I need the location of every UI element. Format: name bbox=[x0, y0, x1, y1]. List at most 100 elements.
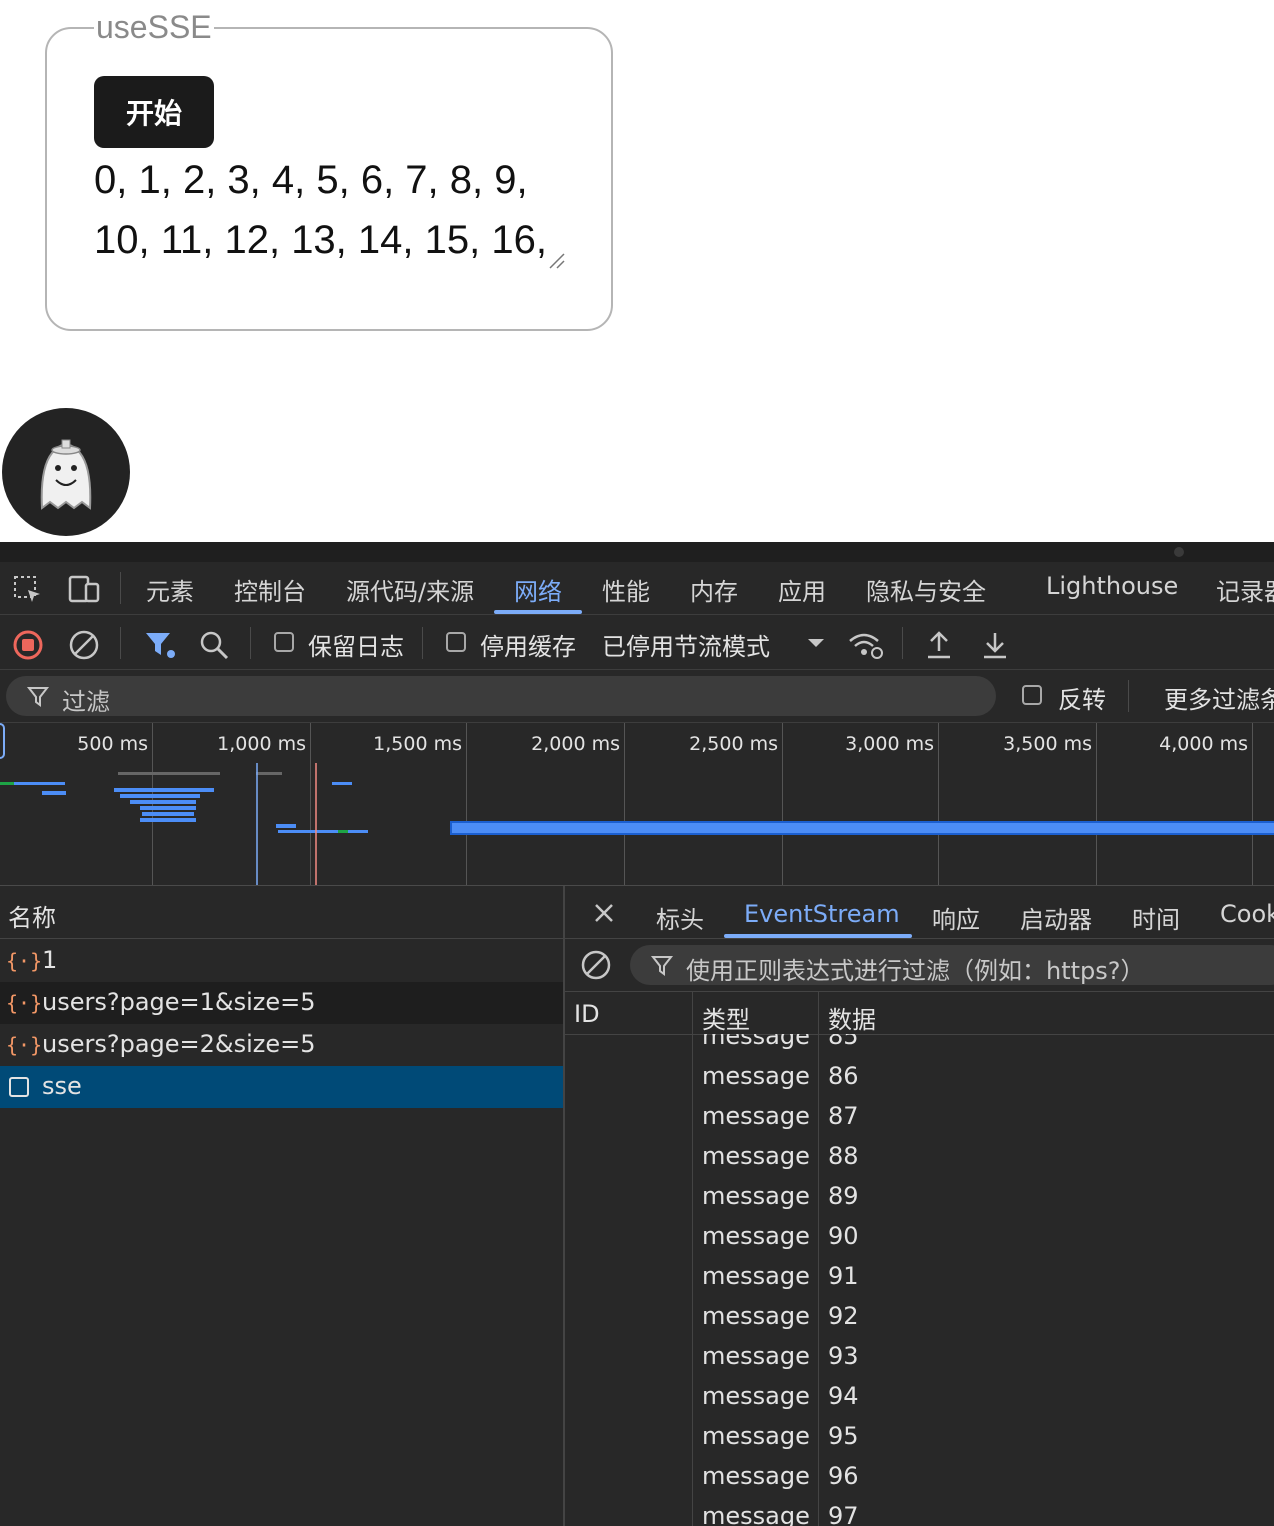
name-column-header[interactable]: 名称 bbox=[0, 886, 563, 939]
tab-eventstream[interactable]: EventStream bbox=[744, 900, 900, 928]
eventstream-table: ID 类型 数据 message 85 message 86 message 87 mess… bbox=[565, 992, 1274, 1526]
event-type: message bbox=[702, 1182, 810, 1210]
preserve-log-label: 保留日志 bbox=[308, 633, 404, 661]
eventstream-filter-row: 使用正则表达式进行过滤（例如：https?） bbox=[565, 939, 1274, 992]
start-button[interactable]: 开始 bbox=[94, 76, 214, 148]
event-type: message bbox=[702, 1034, 810, 1050]
ghost-avatar[interactable] bbox=[2, 408, 130, 536]
fieldset-legend: useSSE bbox=[94, 8, 214, 46]
event-type: message bbox=[702, 1382, 810, 1410]
tab-elements[interactable]: 元素 bbox=[146, 572, 194, 607]
tab-recorder[interactable]: 记录器 bbox=[1216, 572, 1274, 607]
event-type: message bbox=[702, 1302, 810, 1330]
resize-handle-icon[interactable] bbox=[548, 252, 566, 270]
request-row[interactable]: {·} 1 bbox=[0, 940, 563, 982]
event-type: message bbox=[702, 1422, 810, 1450]
throttling-select[interactable]: 已停用节流模式 bbox=[602, 627, 770, 662]
filter-placeholder: 过滤 bbox=[62, 688, 110, 716]
disable-cache-checkbox[interactable] bbox=[446, 632, 466, 652]
event-row[interactable]: message 90 bbox=[565, 1216, 1274, 1256]
event-row[interactable]: message 86 bbox=[565, 1056, 1274, 1096]
request-row[interactable]: {·} users?page=2&size=5 bbox=[0, 1024, 563, 1066]
fetch-icon: {·} bbox=[6, 949, 43, 973]
clear-icon[interactable] bbox=[68, 629, 100, 661]
tab-application[interactable]: 应用 bbox=[778, 572, 826, 607]
event-data: 96 bbox=[828, 1462, 859, 1490]
export-har-icon[interactable] bbox=[980, 629, 1010, 661]
tab-headers[interactable]: 标头 bbox=[656, 900, 704, 935]
event-row[interactable]: message 95 bbox=[565, 1416, 1274, 1456]
event-row[interactable]: message 89 bbox=[565, 1176, 1274, 1216]
column-header-data[interactable]: 数据 bbox=[828, 1000, 876, 1035]
devtools-panel: 元素 控制台 源代码/来源 网络 性能 内存 应用 隐私与安全 Lighthou… bbox=[0, 542, 1274, 1526]
filter-input[interactable]: 过滤 bbox=[6, 676, 996, 716]
clear-icon[interactable] bbox=[580, 949, 612, 981]
event-data: 90 bbox=[828, 1222, 859, 1250]
filter-icon[interactable] bbox=[144, 629, 178, 661]
event-data: 92 bbox=[828, 1302, 859, 1330]
active-detail-tab-indicator bbox=[724, 934, 912, 938]
column-header-type[interactable]: 类型 bbox=[702, 1000, 750, 1035]
more-filters-button[interactable]: 更多过滤条件 bbox=[1164, 680, 1274, 715]
event-data: 85 bbox=[828, 1034, 859, 1050]
event-row[interactable]: message 88 bbox=[565, 1136, 1274, 1176]
event-row[interactable]: message 94 bbox=[565, 1376, 1274, 1416]
eventstream-filter-input[interactable]: 使用正则表达式进行过滤（例如：https?） bbox=[630, 945, 1274, 985]
event-type: message bbox=[702, 1342, 810, 1370]
network-conditions-icon[interactable] bbox=[846, 629, 886, 661]
tab-initiator[interactable]: 启动器 bbox=[1020, 900, 1092, 935]
tab-sources[interactable]: 源代码/来源 bbox=[346, 572, 474, 607]
eventstream-filter-placeholder: 使用正则表达式进行过滤（例如：https?） bbox=[686, 957, 1145, 985]
event-row[interactable]: message 85 bbox=[565, 1034, 1274, 1056]
import-har-icon[interactable] bbox=[924, 629, 954, 661]
ghost-icon bbox=[40, 439, 92, 510]
tab-lighthouse[interactable]: Lighthouse bbox=[1046, 572, 1178, 600]
event-data: 93 bbox=[828, 1342, 859, 1370]
event-data: 94 bbox=[828, 1382, 859, 1410]
record-stop-icon[interactable] bbox=[12, 629, 44, 661]
event-row[interactable]: message 92 bbox=[565, 1296, 1274, 1336]
active-tab-indicator bbox=[494, 610, 582, 614]
request-row[interactable]: {·} users?page=1&size=5 bbox=[0, 982, 563, 1024]
event-data: 89 bbox=[828, 1182, 859, 1210]
event-data: 95 bbox=[828, 1422, 859, 1450]
search-icon[interactable] bbox=[198, 629, 230, 661]
fetch-icon: {·} bbox=[6, 991, 43, 1015]
tab-memory[interactable]: 内存 bbox=[690, 572, 738, 607]
sse-output-textarea[interactable]: 0, 1, 2, 3, 4, 5, 6, 7, 8, 9, 10, 11, 12… bbox=[94, 150, 564, 270]
device-toolbar-icon[interactable] bbox=[66, 574, 102, 606]
event-type: message bbox=[702, 1262, 810, 1290]
eventstream-rows: message 85 message 86 message 87 message 88 mess… bbox=[565, 1034, 1274, 1526]
close-icon[interactable] bbox=[593, 902, 615, 924]
funnel-icon bbox=[650, 956, 674, 976]
event-row[interactable]: message 87 bbox=[565, 1096, 1274, 1136]
tab-performance[interactable]: 性能 bbox=[602, 572, 650, 607]
invert-checkbox[interactable] bbox=[1022, 685, 1042, 705]
disable-cache-label: 停用缓存 bbox=[480, 633, 576, 661]
network-overview-timeline[interactable]: 500 ms 1,000 ms 1,500 ms 2,000 ms 2,500 … bbox=[0, 723, 1274, 886]
column-header-id[interactable]: ID bbox=[574, 1000, 600, 1028]
devtools-drag-strip[interactable] bbox=[0, 542, 1274, 562]
network-toolbar: 保留日志 停用缓存 已停用节流模式 bbox=[0, 615, 1274, 670]
chevron-down-icon[interactable] bbox=[806, 637, 826, 649]
tab-timing[interactable]: 时间 bbox=[1132, 900, 1180, 935]
event-type: message bbox=[702, 1222, 810, 1250]
eventstream-table-header: ID 类型 数据 bbox=[565, 992, 1274, 1035]
preserve-log-checkbox[interactable] bbox=[274, 632, 294, 652]
event-row[interactable]: message 97 bbox=[565, 1496, 1274, 1526]
request-detail-pane: 标头 EventStream 响应 启动器 时间 Cookie 使用正则表达式进… bbox=[565, 886, 1274, 1526]
tab-network[interactable]: 网络 bbox=[514, 572, 562, 607]
tab-privacy-security[interactable]: 隐私与安全 bbox=[866, 572, 986, 607]
event-type: message bbox=[702, 1462, 810, 1490]
tab-response[interactable]: 响应 bbox=[932, 900, 980, 935]
tab-cookies[interactable]: Cookie bbox=[1220, 900, 1274, 928]
event-data: 87 bbox=[828, 1102, 859, 1130]
tab-console[interactable]: 控制台 bbox=[234, 572, 306, 607]
request-row-selected[interactable]: sse bbox=[0, 1066, 563, 1108]
event-type: message bbox=[702, 1502, 810, 1526]
inspect-element-icon[interactable] bbox=[12, 574, 44, 606]
event-row[interactable]: message 93 bbox=[565, 1336, 1274, 1376]
event-row[interactable]: message 96 bbox=[565, 1456, 1274, 1496]
funnel-icon bbox=[26, 687, 50, 707]
event-row[interactable]: message 91 bbox=[565, 1256, 1274, 1296]
